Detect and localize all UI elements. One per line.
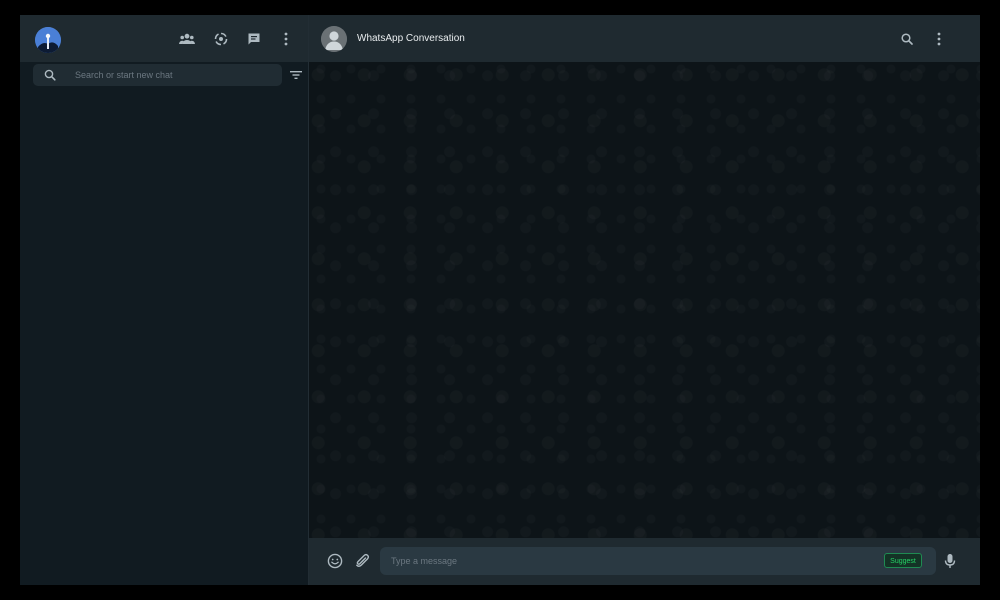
search-box[interactable] — [33, 64, 282, 86]
conversation-header[interactable]: WhatsApp Conversation — [309, 15, 980, 62]
new-chat-icon[interactable] — [244, 29, 264, 49]
contact-avatar[interactable] — [321, 26, 347, 52]
attach-icon[interactable] — [353, 552, 371, 570]
menu-icon[interactable] — [276, 29, 296, 49]
search-input[interactable] — [75, 64, 275, 86]
message-box[interactable]: Suggest — [380, 547, 936, 575]
message-composer: Suggest — [309, 538, 980, 585]
whatsapp-window: WhatsApp Conversation — [20, 15, 980, 585]
communities-icon[interactable] — [177, 29, 197, 49]
message-input[interactable] — [391, 547, 871, 575]
emoji-icon[interactable] — [326, 552, 344, 570]
conversation-panel: WhatsApp Conversation Type a message Sug… — [309, 15, 980, 585]
conversation-title: WhatsApp Conversation — [357, 33, 465, 44]
search-row — [20, 63, 308, 89]
microphone-icon[interactable] — [941, 552, 959, 570]
filter-icon[interactable] — [288, 68, 304, 82]
conversation-menu-icon[interactable] — [929, 29, 949, 49]
sidebar-header — [20, 15, 308, 62]
suggest-button[interactable]: Suggest — [884, 553, 922, 568]
search-messages-icon[interactable] — [897, 29, 917, 49]
avatar-icon — [35, 27, 61, 53]
default-contact-avatar-icon — [321, 26, 347, 52]
message-area — [309, 62, 980, 538]
profile-avatar[interactable] — [35, 27, 61, 53]
status-icon[interactable] — [211, 29, 231, 49]
search-icon — [44, 69, 56, 81]
chat-list — [20, 91, 308, 585]
chat-list-panel — [20, 15, 309, 585]
